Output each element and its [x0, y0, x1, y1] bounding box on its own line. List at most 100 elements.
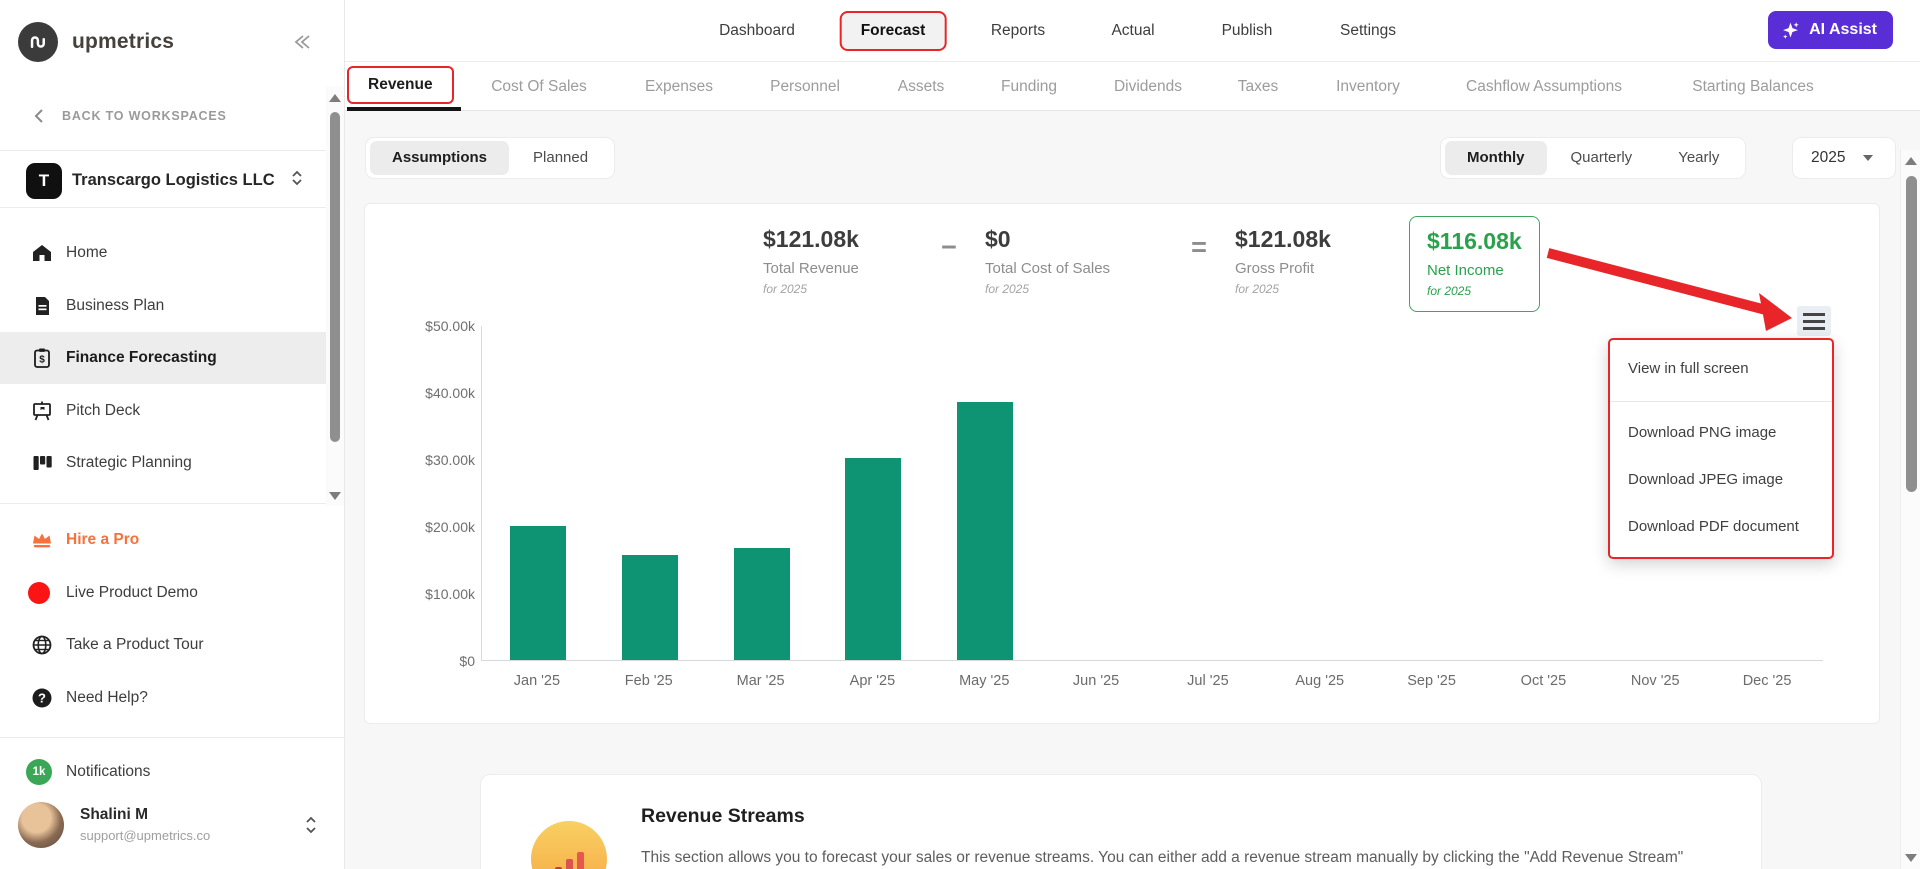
x-axis-label: Mar '25	[736, 673, 785, 689]
toggle-monthly[interactable]: Monthly	[1445, 141, 1547, 175]
svg-text:?: ?	[38, 691, 46, 706]
tab-expenses[interactable]: Expenses	[645, 62, 713, 111]
workspace-selector[interactable]: T Transcargo Logistics LLC	[0, 155, 326, 207]
sidebar-item-strategic-planning[interactable]: Strategic Planning	[0, 437, 326, 489]
chart-bar[interactable]	[509, 526, 566, 660]
main-scrollbar[interactable]	[1900, 150, 1920, 869]
stat-period: for 2025	[985, 282, 1030, 296]
globe-icon	[30, 633, 54, 657]
menu-download-jpeg[interactable]: Download JPEG image	[1610, 456, 1832, 503]
active-tab-underline	[347, 107, 461, 111]
tab-funding[interactable]: Funding	[1001, 62, 1057, 111]
chart-bar[interactable]	[845, 458, 902, 660]
sidebar-scrollbar-thumb[interactable]	[330, 112, 340, 442]
live-dot-icon	[28, 582, 50, 604]
upmetrics-logo-icon[interactable]	[18, 22, 58, 62]
stat-label: Total Cost of Sales	[985, 260, 1111, 277]
tab-assets[interactable]: Assets	[898, 62, 945, 111]
toggle-yearly[interactable]: Yearly	[1656, 141, 1741, 175]
stat-label: Gross Profit	[1235, 260, 1315, 277]
finance-clipboard-icon: $	[30, 346, 54, 370]
topnav-forecast[interactable]: Forecast	[839, 11, 947, 51]
tab-taxes[interactable]: Taxes	[1238, 62, 1279, 111]
menu-view-fullscreen[interactable]: View in full screen	[1610, 340, 1832, 401]
tab-starting-balances[interactable]: Starting Balances	[1692, 62, 1814, 111]
summary-row: $121.08k Total Revenue for 2025 − $0 Tot…	[763, 216, 1540, 312]
home-icon	[30, 241, 54, 265]
sidebar-item-notifications[interactable]: 1k Notifications	[0, 746, 326, 798]
x-axis-label: May '25	[959, 673, 1010, 689]
sidebar: upmetrics BACK TO WORKSPACES T Transcarg…	[0, 0, 345, 869]
notifications-badge: 1k	[26, 759, 52, 785]
tab-dividends[interactable]: Dividends	[1114, 62, 1182, 111]
x-axis-label: Jul '25	[1187, 673, 1229, 689]
sidebar-item-product-tour[interactable]: Take a Product Tour	[0, 619, 326, 671]
topnav-reports[interactable]: Reports	[991, 0, 1045, 62]
sidebar-item-hire-a-pro[interactable]: Hire a Pro	[0, 514, 326, 566]
stat-total-revenue: $121.08k Total Revenue for 2025	[763, 226, 913, 296]
sidebar-item-live-product-demo[interactable]: Live Product Demo	[0, 567, 326, 619]
sidebar-item-label: Live Product Demo	[66, 584, 198, 601]
topnav-settings[interactable]: Settings	[1340, 0, 1396, 62]
sparkles-icon	[1783, 21, 1799, 39]
sidebar-item-business-plan[interactable]: Business Plan	[0, 280, 326, 332]
sidebar-item-need-help[interactable]: ? Need Help?	[0, 672, 326, 724]
year-dropdown[interactable]: 2025	[1792, 137, 1896, 179]
topnav-actual[interactable]: Actual	[1111, 0, 1154, 62]
easel-icon	[30, 399, 54, 423]
scroll-down-icon[interactable]	[1905, 854, 1917, 862]
tab-cashflow-assumptions[interactable]: Cashflow Assumptions	[1466, 62, 1622, 111]
y-axis-label: $20.00k	[425, 519, 475, 535]
y-axis-label: $50.00k	[425, 318, 475, 334]
scroll-down-icon[interactable]	[329, 492, 341, 500]
sidebar-item-label: Need Help?	[66, 689, 148, 706]
scroll-up-icon[interactable]	[329, 94, 341, 102]
user-profile[interactable]: Shalini M support@upmetrics.co	[0, 796, 326, 860]
toggle-planned[interactable]: Planned	[511, 141, 610, 175]
stat-period: for 2025	[1235, 282, 1280, 296]
sidebar-item-finance-forecasting[interactable]: $ Finance Forecasting	[0, 332, 326, 384]
toggle-assumptions[interactable]: Assumptions	[370, 141, 510, 175]
sidebar-item-label: Hire a Pro	[66, 531, 140, 548]
tab-inventory[interactable]: Inventory	[1336, 62, 1400, 111]
year-value: 2025	[1811, 149, 1846, 166]
toggle-quarterly[interactable]: Quarterly	[1549, 141, 1655, 175]
chart-bar[interactable]	[957, 402, 1014, 660]
ai-assist-button[interactable]: AI Assist	[1768, 11, 1893, 49]
sidebar-item-home[interactable]: Home	[0, 227, 326, 279]
stat-gross-profit: $121.08k Gross Profit for 2025	[1235, 226, 1395, 296]
chart-bar[interactable]	[621, 555, 678, 660]
back-to-workspaces-label: BACK TO WORKSPACES	[62, 109, 227, 123]
topnav-dashboard[interactable]: Dashboard	[719, 0, 795, 62]
tab-cost-of-sales[interactable]: Cost Of Sales	[491, 62, 587, 111]
ai-assist-label: AI Assist	[1809, 21, 1877, 38]
user-email: support@upmetrics.co	[80, 828, 211, 843]
chevron-left-icon	[34, 109, 43, 123]
x-axis-label: Nov '25	[1630, 673, 1680, 689]
chevron-updown-icon	[303, 814, 319, 841]
x-axis-label: Apr '25	[849, 673, 896, 689]
crown-icon	[30, 528, 54, 552]
tab-personnel[interactable]: Personnel	[770, 62, 840, 111]
sidebar-scrollbar[interactable]	[326, 86, 344, 506]
stat-value: $121.08k	[1235, 226, 1331, 252]
main-scrollbar-thumb[interactable]	[1906, 176, 1917, 492]
menu-download-png[interactable]: Download PNG image	[1610, 402, 1832, 456]
mode-toggle: Assumptions Planned	[365, 137, 616, 179]
x-axis-label: Feb '25	[624, 673, 673, 689]
menu-download-pdf[interactable]: Download PDF document	[1610, 503, 1832, 557]
scroll-up-icon[interactable]	[1905, 157, 1917, 165]
x-axis-label: Jan '25	[513, 673, 561, 689]
y-axis-label: $30.00k	[425, 452, 475, 468]
y-axis-label: $0	[459, 653, 475, 669]
minus-operator: −	[941, 232, 957, 262]
sidebar-item-label: Strategic Planning	[66, 454, 192, 471]
back-to-workspaces[interactable]: BACK TO WORKSPACES	[34, 108, 227, 124]
revenue-streams-title: Revenue Streams	[641, 805, 805, 827]
collapse-sidebar-icon[interactable]	[293, 32, 315, 57]
chart-bar[interactable]	[733, 548, 790, 660]
sidebar-item-pitch-deck[interactable]: Pitch Deck	[0, 385, 326, 437]
topnav-publish[interactable]: Publish	[1222, 0, 1273, 62]
tab-revenue[interactable]: Revenue	[347, 66, 454, 104]
user-name: Shalini M	[80, 806, 149, 823]
